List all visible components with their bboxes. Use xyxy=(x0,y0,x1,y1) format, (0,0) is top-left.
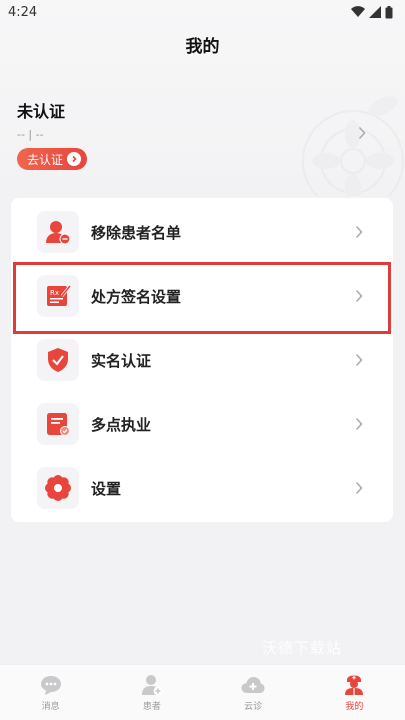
nav-tab-patients[interactable]: 患者 xyxy=(101,665,202,720)
verify-button[interactable]: 去认证 xyxy=(17,148,88,170)
chevron-right-icon xyxy=(67,152,82,166)
gear-flower-icon xyxy=(37,467,79,509)
cloud-clinic-icon xyxy=(241,677,265,693)
shield-check-icon xyxy=(37,339,79,381)
bottom-nav: 消息 患者 云诊 我的 xyxy=(0,664,405,720)
certificate-icon xyxy=(37,403,79,445)
nav-tab-cloud-clinic[interactable]: 云诊 xyxy=(203,665,304,720)
prescription-sign-icon: Rx xyxy=(37,275,79,317)
chevron-right-icon xyxy=(355,353,363,367)
patient-icon xyxy=(141,675,163,696)
watermark: 沃德下载站 xyxy=(262,639,343,657)
nav-label: 我的 xyxy=(345,702,364,712)
page-title: 我的 xyxy=(185,37,220,57)
nav-tab-messages[interactable]: 消息 xyxy=(0,665,101,720)
chevron-right-icon xyxy=(355,417,363,431)
wifi-icon xyxy=(351,6,365,18)
menu-item-multi-site-practice[interactable]: 多点执业 xyxy=(11,392,393,456)
chevron-right-icon xyxy=(355,481,363,495)
decorative-flower-icon xyxy=(302,96,404,196)
menu-item-settings[interactable]: 设置 xyxy=(11,456,393,520)
status-time: 4:24 xyxy=(8,4,38,20)
nav-tab-mine[interactable]: 我的 xyxy=(304,665,405,720)
status-bar: 4:24 xyxy=(0,0,405,24)
menu-item-remove-patient-list[interactable]: 移除患者名单 xyxy=(11,200,393,264)
menu-card: 移除患者名单 Rx 处方签名设置 实名认证 多点执业 设置 xyxy=(11,198,393,522)
profile-subtitle: -- | -- xyxy=(17,128,44,141)
signal-icon xyxy=(369,6,381,18)
chevron-right-icon xyxy=(358,126,366,140)
chevron-right-icon xyxy=(355,289,363,303)
menu-item-label: 多点执业 xyxy=(91,415,152,434)
menu-item-prescription-signature[interactable]: Rx 处方签名设置 xyxy=(11,264,393,328)
battery-icon xyxy=(385,5,393,18)
chat-icon xyxy=(40,676,61,695)
doctor-icon xyxy=(345,675,364,695)
menu-item-real-name-verification[interactable]: 实名认证 xyxy=(11,328,393,392)
nav-label: 患者 xyxy=(142,702,161,712)
nav-label: 消息 xyxy=(41,702,60,712)
menu-item-label: 设置 xyxy=(91,479,122,498)
svg-text:Rx: Rx xyxy=(50,289,59,297)
menu-item-label: 实名认证 xyxy=(91,351,152,370)
chevron-right-icon xyxy=(355,225,363,239)
verify-button-label: 去认证 xyxy=(27,152,64,167)
profile-name: 未认证 xyxy=(17,102,66,121)
status-icons xyxy=(351,5,393,19)
user-remove-icon xyxy=(37,211,79,253)
profile-section[interactable]: 未认证 -- | -- 去认证 xyxy=(0,86,405,196)
menu-item-label: 处方签名设置 xyxy=(91,287,182,306)
menu-item-label: 移除患者名单 xyxy=(91,223,182,242)
nav-label: 云诊 xyxy=(244,702,263,712)
